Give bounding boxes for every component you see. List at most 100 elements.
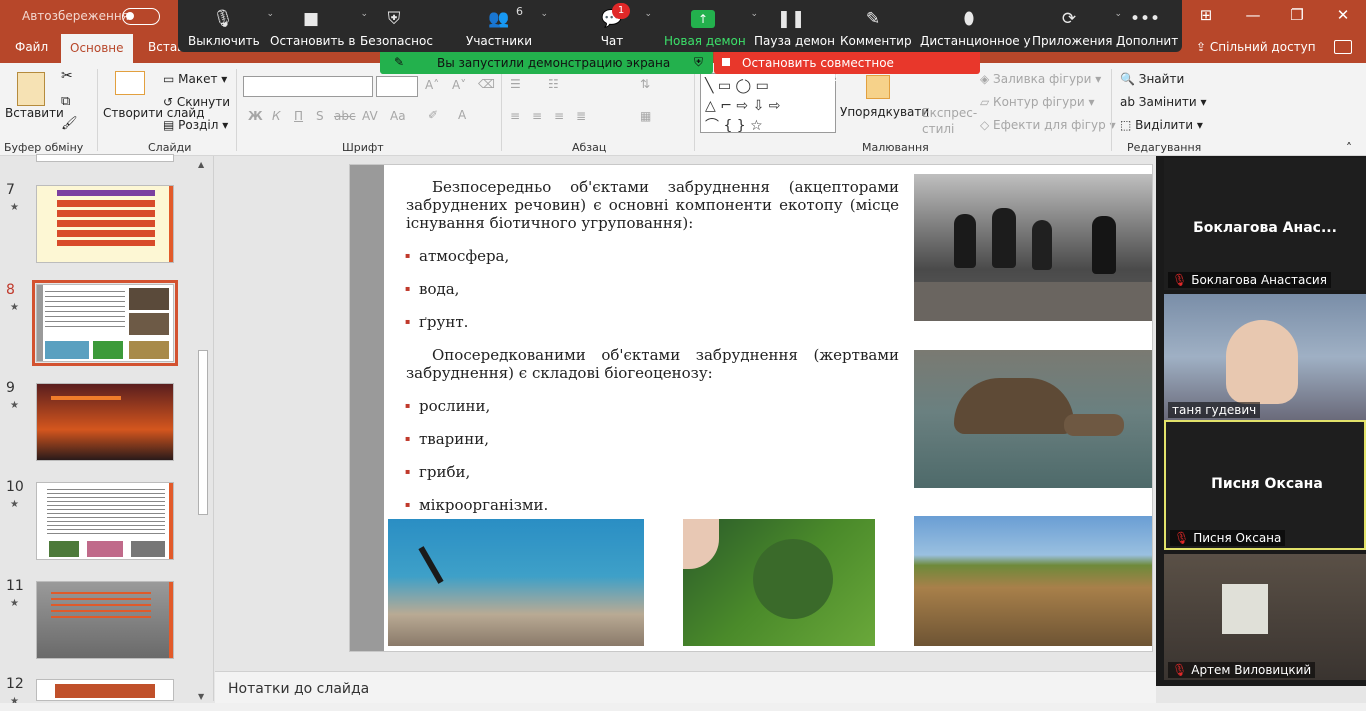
bullet-item[interactable]: рослини, bbox=[405, 397, 490, 415]
video-tile[interactable]: таня гудевич bbox=[1164, 294, 1366, 420]
thumbnail-number: 11 bbox=[6, 578, 24, 594]
security-button[interactable]: ⛨ Безопаснос bbox=[360, 0, 433, 52]
more-icon: ••• bbox=[1129, 9, 1161, 29]
video-tile-active-speaker[interactable]: Писня Оксана 🎙 Писня Оксана bbox=[1164, 420, 1366, 550]
video-tile[interactable]: 🎙 Артем Виловицкий bbox=[1164, 554, 1366, 680]
scroll-up-icon[interactable]: ▲ bbox=[198, 160, 204, 169]
thumbnails-scrollbar[interactable]: ▲ ▼ bbox=[196, 158, 210, 704]
format-painter-icon[interactable]: 🖌 bbox=[61, 116, 78, 131]
find-button[interactable]: 🔍 Знайти bbox=[1120, 72, 1184, 86]
bullet-item[interactable]: вода, bbox=[405, 280, 460, 298]
remote-control-button[interactable]: ⬮ Дистанционное у bbox=[920, 0, 1031, 52]
minimize-icon[interactable]: — bbox=[1243, 6, 1263, 24]
close-icon[interactable]: ✕ bbox=[1333, 6, 1353, 24]
slide-thumbnails-pane[interactable]: 7 ★ 8 ★ 9 ★ 10 ★ 11 ★ 12 ★ bbox=[0, 154, 214, 707]
bold-button[interactable]: Ж bbox=[248, 109, 263, 123]
font-size-dropdown[interactable] bbox=[376, 76, 418, 97]
arrange-button[interactable]: Упорядкувати bbox=[840, 105, 929, 119]
coral-reef-photo[interactable] bbox=[388, 519, 644, 646]
autosave-toggle[interactable] bbox=[122, 8, 160, 25]
pin-icon[interactable]: ✎ bbox=[394, 55, 404, 69]
dry-soil-photo[interactable] bbox=[914, 516, 1152, 646]
shadow-button[interactable]: S bbox=[316, 109, 324, 123]
slide-thumbnail-12[interactable] bbox=[36, 679, 174, 701]
select-button[interactable]: ⬚ Виділити ▾ bbox=[1120, 118, 1203, 132]
comments-icon[interactable] bbox=[1334, 40, 1352, 54]
restore-icon[interactable]: ❐ bbox=[1287, 6, 1307, 24]
pause-icon: ❚❚ bbox=[776, 9, 806, 29]
tab-file[interactable]: Файл bbox=[15, 40, 48, 54]
muted-mic-icon: 🎙 bbox=[1172, 663, 1188, 677]
shape-outline-button[interactable]: ▱ Контур фігури ▾ bbox=[980, 95, 1095, 109]
bullet-item[interactable]: тварини, bbox=[405, 430, 489, 448]
font-color-icon[interactable]: A bbox=[458, 108, 466, 122]
bullet-item[interactable]: атмосфера, bbox=[405, 247, 509, 265]
change-case-button[interactable]: Aa bbox=[390, 109, 406, 123]
video-tile[interactable]: Боклагова Анас... 🎙 Боклагова Анастасия bbox=[1164, 158, 1366, 290]
apps-icon: ⟳ bbox=[1061, 9, 1077, 29]
replace-button[interactable]: ab Замінити ▾ bbox=[1120, 95, 1207, 109]
highlight-icon[interactable]: ✐ bbox=[428, 108, 438, 122]
strikethrough-button[interactable]: abc bbox=[334, 109, 356, 123]
justify-icon[interactable]: ≣ bbox=[576, 109, 586, 123]
align-left-icon[interactable]: ≡ bbox=[510, 109, 520, 123]
bullet-item[interactable]: гриби, bbox=[405, 463, 470, 481]
notes-pane[interactable]: Нотатки до слайда bbox=[215, 671, 1156, 703]
slide-thumbnail-10[interactable] bbox=[36, 482, 174, 560]
slide-side-bar bbox=[350, 165, 384, 651]
share-button[interactable]: ⇪ Спільний доступ bbox=[1196, 40, 1316, 54]
underline-button[interactable]: П bbox=[294, 109, 303, 123]
slide-thumbnail-9[interactable] bbox=[36, 383, 174, 461]
shape-fill-button[interactable]: ◈ Заливка фігури ▾ bbox=[980, 72, 1101, 86]
copy-icon[interactable]: ⧉ bbox=[61, 94, 70, 109]
slide-paragraph-indirect-objects[interactable]: Опосередкованими об'єктами забруднення (… bbox=[406, 346, 899, 382]
align-right-icon[interactable]: ≡ bbox=[554, 109, 564, 123]
shape-effects-button[interactable]: ◇ Ефекти для фігур ▾ bbox=[980, 118, 1116, 132]
clear-format-icon[interactable]: ⌫ bbox=[478, 77, 495, 91]
italic-button[interactable]: К bbox=[272, 109, 281, 123]
penguins-photo[interactable] bbox=[914, 174, 1152, 321]
current-slide[interactable]: Безпосередньо об'єктами забруднення (акц… bbox=[349, 164, 1153, 652]
annotate-button[interactable]: ✎ Комментир bbox=[840, 0, 912, 52]
collapse-ribbon-icon[interactable]: ˄ bbox=[1346, 141, 1352, 155]
quick-styles-button[interactable]: Експрес-стилі bbox=[922, 105, 977, 137]
paste-icon[interactable] bbox=[17, 72, 45, 106]
cut-icon[interactable]: ✂ bbox=[61, 68, 73, 84]
smartart-icon[interactable]: ▦ bbox=[640, 109, 651, 123]
thumbnail-number: 7 bbox=[6, 182, 15, 198]
tortoise-photo[interactable] bbox=[914, 350, 1152, 488]
slide-thumbnail-11[interactable] bbox=[36, 581, 174, 659]
more-button[interactable]: ••• Дополнит bbox=[1116, 0, 1178, 52]
section-button[interactable]: ▤ Розділ ▾ bbox=[163, 118, 228, 132]
apps-button[interactable]: ⟳ Приложения ⌄ bbox=[1032, 0, 1122, 52]
font-family-dropdown[interactable] bbox=[243, 76, 373, 97]
new-share-button[interactable]: ↑ Новая демон ⌄ bbox=[664, 0, 758, 52]
bullets-icon[interactable]: ☰ bbox=[510, 77, 521, 91]
bullet-item[interactable]: ґрунт. bbox=[405, 313, 469, 331]
bullet-item[interactable]: мікроорганізми. bbox=[405, 496, 548, 514]
numbering-icon[interactable]: ☷ bbox=[548, 77, 559, 91]
grow-font-icon[interactable]: A˄ bbox=[425, 78, 439, 92]
scrollbar-thumb[interactable] bbox=[198, 350, 208, 515]
stop-share-button[interactable]: Остановить совместное использование bbox=[714, 52, 980, 84]
layout-button[interactable]: ▭ Макет ▾ bbox=[163, 72, 227, 86]
leaf-photo[interactable] bbox=[683, 519, 875, 646]
stop-icon bbox=[722, 58, 730, 66]
align-center-icon[interactable]: ≡ bbox=[532, 109, 542, 123]
slide-thumbnail-6[interactable] bbox=[36, 154, 174, 162]
stop-video-button[interactable]: ■ Остановить в ⌄ bbox=[270, 0, 368, 52]
paste-button[interactable]: Вставити bbox=[5, 106, 64, 120]
shrink-font-icon[interactable]: A˅ bbox=[452, 78, 466, 92]
pause-share-button[interactable]: ❚❚ Пауза демон bbox=[754, 0, 835, 52]
scroll-down-icon[interactable]: ▼ bbox=[198, 692, 204, 701]
slide-paragraph-direct-objects[interactable]: Безпосередньо об'єктами забруднення (акц… bbox=[406, 178, 899, 232]
tab-home[interactable]: Основне bbox=[61, 34, 133, 63]
char-spacing-button[interactable]: AV bbox=[362, 109, 378, 123]
new-slide-icon[interactable] bbox=[115, 71, 145, 95]
mute-button[interactable]: 🎙 Выключить ⌄ bbox=[188, 0, 274, 52]
slide-thumbnail-8[interactable] bbox=[32, 280, 178, 366]
slide-thumbnail-7[interactable] bbox=[36, 185, 174, 263]
text-direction-icon[interactable]: ⇅ bbox=[640, 77, 650, 91]
reset-button[interactable]: ↺ Скинути bbox=[163, 95, 230, 109]
ribbon-display-icon[interactable]: ⊞ bbox=[1196, 6, 1216, 24]
